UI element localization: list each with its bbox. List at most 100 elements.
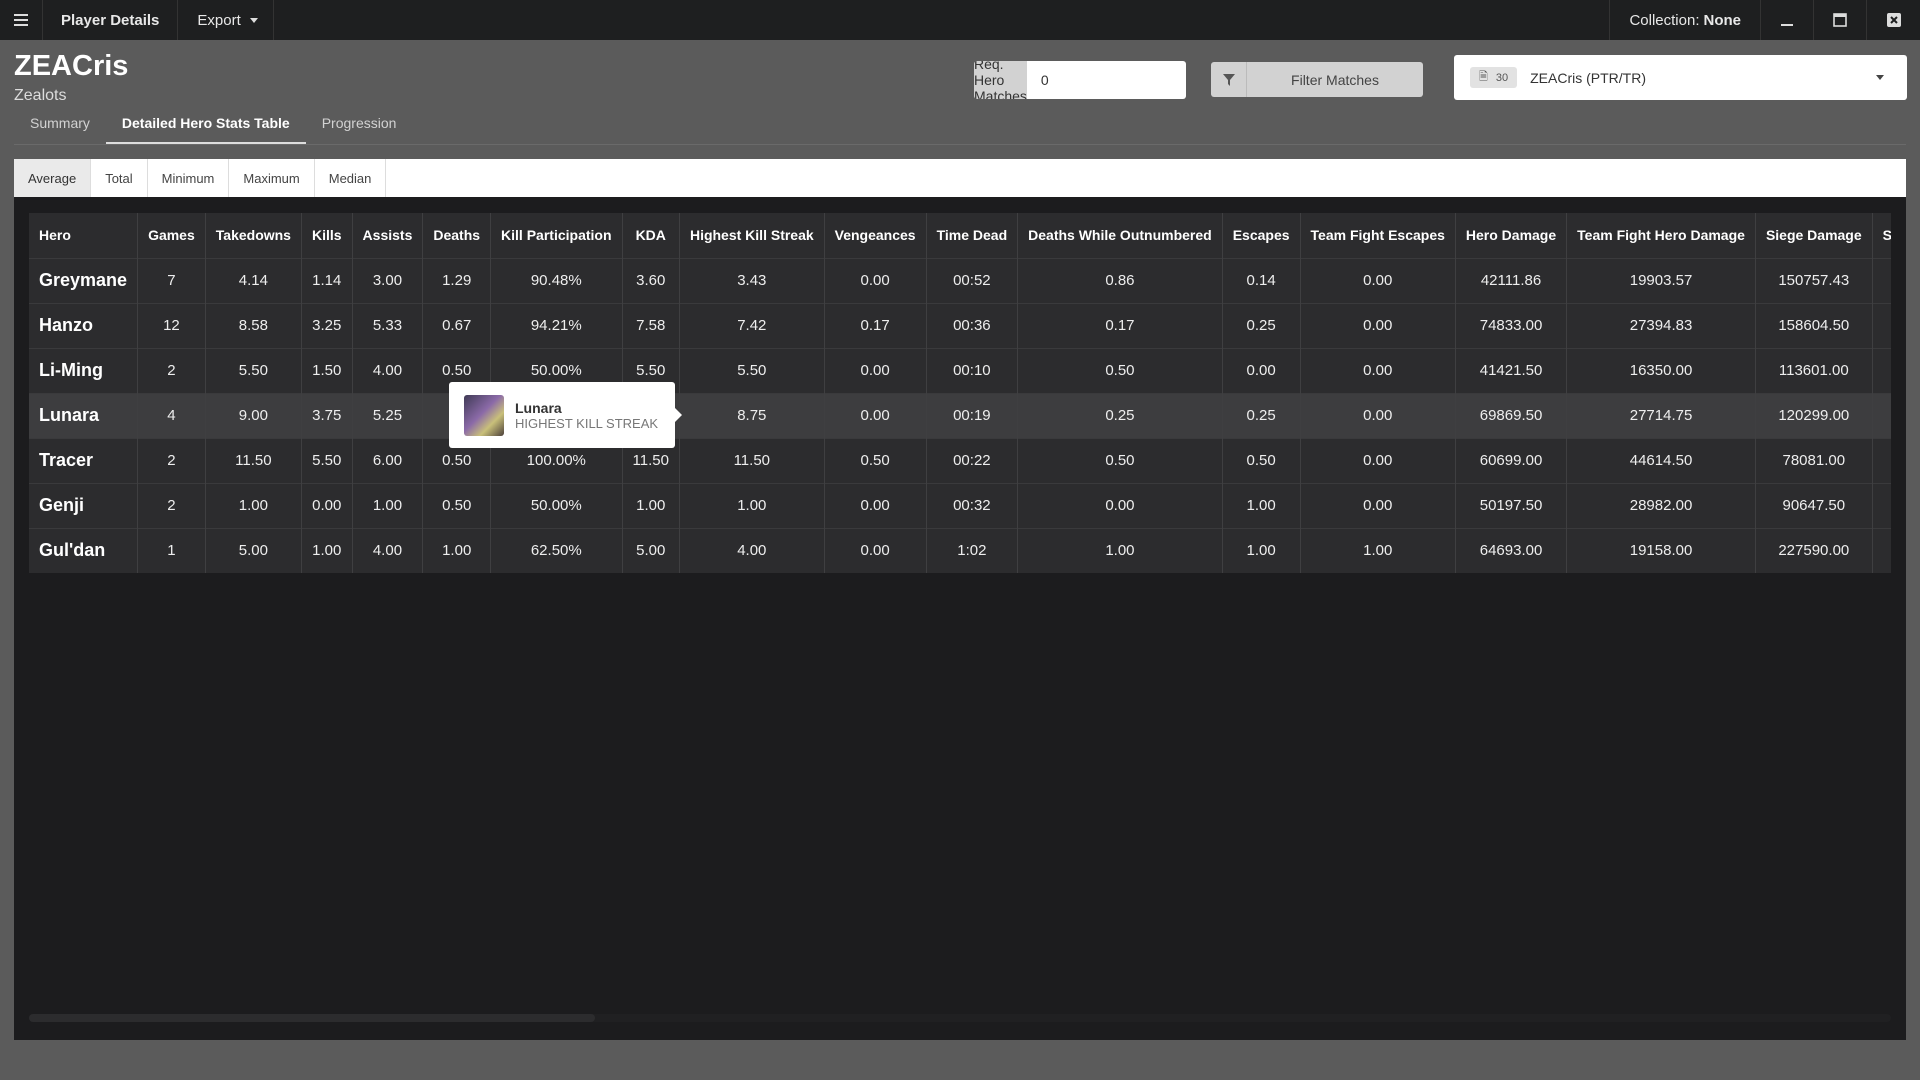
req-hero-matches-label: Req. Hero Matches [974, 61, 1027, 99]
column-header[interactable]: Highest Kill Streak [679, 213, 825, 258]
stat-cell: 11.50 [679, 437, 825, 483]
stat-cell: 7.58 [622, 302, 680, 348]
stat-cell: 90647.50 [1755, 482, 1873, 528]
stat-cell: 4.00 [679, 527, 825, 573]
column-header[interactable]: Siege Damage [1755, 213, 1873, 258]
hero-portrait-icon [464, 394, 504, 436]
stat-cell: 0.00 [824, 257, 927, 303]
column-header[interactable]: Vengeances [824, 213, 927, 258]
stats-panel: Hero Games Takedowns Kills Assists Deaths Kill… [14, 197, 1906, 1040]
column-header[interactable]: Deaths [422, 213, 492, 258]
tab-detailed-hero-stats[interactable]: Detailed Hero Stats Table [105, 112, 306, 145]
stat-mode-tabs: Average Total Minimum Maximum Median [14, 159, 1906, 197]
stat-tab-median[interactable]: Median [315, 159, 387, 197]
export-label: Export [197, 11, 241, 29]
stat-cell: 7.42 [679, 302, 825, 348]
column-header[interactable]: Games [137, 213, 206, 258]
column-header[interactable]: Takedowns [205, 213, 302, 258]
export-menu[interactable]: Export [178, 0, 274, 40]
stat-cell: 0.00 [824, 527, 927, 573]
stat-tab-minimum[interactable]: Minimum [148, 159, 230, 197]
column-header[interactable]: Team Fight Escapes [1300, 213, 1456, 258]
stat-cell: 12 [137, 302, 206, 348]
tab-progression[interactable]: Progression [306, 112, 413, 145]
maximize-button[interactable] [1814, 0, 1867, 40]
stat-cell: 19903.57 [1566, 257, 1756, 303]
column-header[interactable]: Assists [352, 213, 424, 258]
column-header[interactable]: Escapes [1222, 213, 1301, 258]
stat-cell: 0.25 [1222, 302, 1301, 348]
stats-table-wrapper[interactable]: Hero Games Takedowns Kills Assists Deaths Kill… [29, 213, 1891, 573]
collection-indicator[interactable]: Collection: None [1610, 0, 1761, 40]
stat-cell: 1.00 [1222, 527, 1301, 573]
table-row[interactable]: Li-Ming 2 5.50 1.50 4.00 0.50 50.00% 5.50 5.50 0.… [29, 347, 1891, 393]
stat-cell: 1.50 [301, 347, 353, 393]
req-hero-matches-input[interactable] [1026, 61, 1186, 99]
stat-cell: 00:32 [926, 482, 1019, 528]
stat-cell: 227590.00 [1755, 527, 1873, 573]
stat-cell: 0.17 [824, 302, 927, 348]
stat-cell: 201 [1872, 392, 1891, 438]
hero-name-cell: Genji [29, 482, 139, 528]
table-row[interactable]: Greymane 7 4.14 1.14 3.00 1.29 90.48% 3.60 3.43 0… [29, 257, 1891, 303]
table-row[interactable]: Hanzo 12 8.58 3.25 5.33 0.67 94.21% 7.58 7.42 0.1… [29, 302, 1891, 348]
stat-cell: 0.00 [1300, 437, 1456, 483]
close-icon [1886, 13, 1901, 27]
hero-name-cell: Greymane [29, 257, 139, 303]
scrollbar-thumb[interactable] [29, 1014, 595, 1022]
stat-cell: 0.14 [1222, 257, 1301, 303]
tab-summary[interactable]: Summary [14, 112, 106, 145]
maximize-icon [1833, 13, 1847, 27]
stat-cell: 158604.50 [1755, 302, 1873, 348]
tooltip-stat-name: HIGHEST KILL STREAK [515, 415, 659, 431]
column-header[interactable]: Kills [301, 213, 353, 258]
stat-cell: 4.00 [352, 347, 424, 393]
filter-matches-label: Filter Matches [1291, 71, 1379, 88]
menu-button[interactable] [0, 0, 43, 40]
stat-cell: 00:36 [926, 302, 1019, 348]
player-name: ZEACris [14, 50, 129, 82]
replay-count: 30 [1495, 71, 1509, 84]
hero-name-cell: Gul'dan [29, 527, 139, 573]
column-header[interactable]: Kill Participation [490, 213, 623, 258]
stat-cell: 0.25 [1222, 392, 1301, 438]
stat-cell: 0.00 [1300, 347, 1456, 393]
titlebar-spacer [274, 0, 1611, 40]
filter-matches-button[interactable]: Filter Matches [1211, 62, 1423, 97]
tooltip-hero-name: Lunara [515, 399, 562, 416]
close-button[interactable] [1867, 0, 1920, 40]
stat-tab-average[interactable]: Average [14, 159, 92, 197]
table-row[interactable]: Lunara49.003.755.2508.750.0000:190.250.2… [29, 392, 1891, 438]
stat-cell: 6.00 [352, 437, 424, 483]
minimize-button[interactable] [1761, 0, 1814, 40]
column-header[interactable]: KDA [622, 213, 680, 258]
stat-cell: 1.29 [422, 257, 492, 303]
column-header[interactable]: Team Fight Hero Damage [1566, 213, 1756, 258]
stat-cell: 19158.00 [1566, 527, 1756, 573]
replay-count-badge: 🗎 30 [1470, 67, 1518, 88]
column-header[interactable]: Structure Damage [1872, 213, 1891, 258]
stat-cell: 2 [137, 437, 206, 483]
stat-cell: 185 [1872, 437, 1891, 483]
stat-cell: 408 [1872, 527, 1891, 573]
stat-cell: 3.60 [622, 257, 680, 303]
horizontal-scrollbar[interactable] [29, 1014, 1891, 1022]
filter-icon [1211, 62, 1247, 97]
table-row[interactable]: Gul'dan 1 5.00 1.00 4.00 1.00 62.50% 5.00 4.00 0.… [29, 527, 1891, 573]
column-header[interactable]: Hero [29, 213, 139, 258]
stat-cell: 3.25 [301, 302, 353, 348]
stat-tab-maximum[interactable]: Maximum [229, 159, 315, 197]
table-row[interactable]: Genji 2 1.00 0.00 1.00 0.50 50.00% 1.00 1.00 0.00… [29, 482, 1891, 528]
stat-tab-total[interactable]: Total [91, 159, 148, 197]
stat-cell: 2 [137, 347, 206, 393]
hamburger-icon [14, 14, 28, 26]
column-header[interactable]: Time Dead [926, 213, 1019, 258]
column-header[interactable]: Deaths While Outnumbered [1017, 213, 1223, 258]
replay-selector[interactable]: 🗎 30 ZEACris (PTR/TR) [1454, 55, 1907, 100]
column-header[interactable]: Hero Damage [1455, 213, 1568, 258]
table-row[interactable]: Tracer 2 11.50 5.50 6.00 0.50 100.00% 11.50 11.5… [29, 437, 1891, 483]
stat-cell: 0.50 [1222, 437, 1301, 483]
stat-cell: 0.00 [824, 482, 927, 528]
stat-cell: 0.67 [422, 302, 492, 348]
titlebar: Player Details Export Collection: None [0, 0, 1920, 40]
